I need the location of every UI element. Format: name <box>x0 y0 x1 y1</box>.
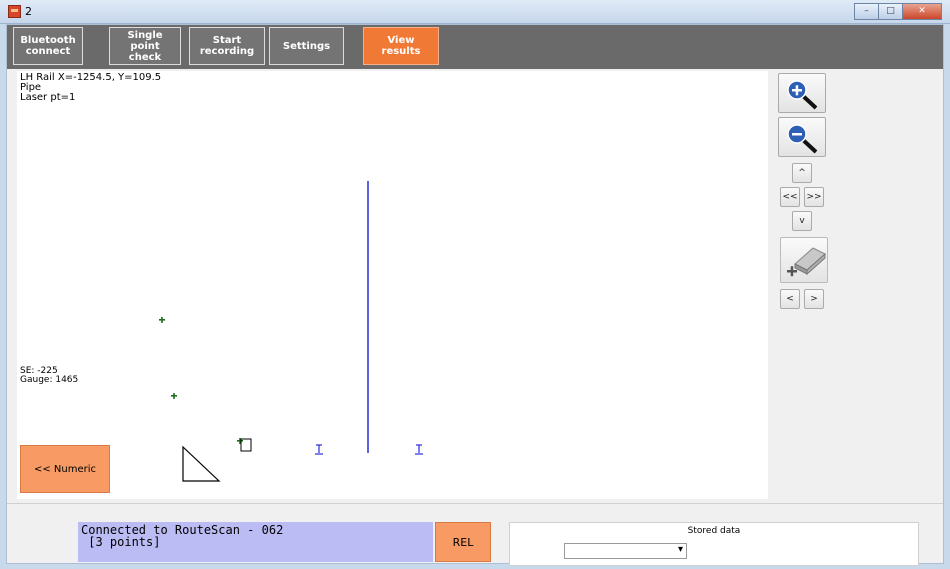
track-metrics: SE: -225 Gauge: 1465 <box>20 367 78 385</box>
eraser-button[interactable] <box>780 237 828 283</box>
points-count: [3 points] <box>81 535 161 549</box>
app-icon <box>8 5 21 18</box>
start-recording-label-2: recording <box>199 46 255 57</box>
rel-button[interactable]: REL <box>435 522 491 562</box>
rail-icon <box>415 444 423 455</box>
minimize-button[interactable]: – <box>854 3 879 20</box>
bluetooth-label-2: connect <box>25 46 71 57</box>
stored-data-label: Stored data <box>687 526 741 536</box>
start-recording-button[interactable]: Start recording <box>189 27 265 65</box>
app-frame: Bluetooth connect Single point check Start… <box>6 24 944 566</box>
pan-up-button[interactable]: ^ <box>792 163 812 183</box>
toolbar: Bluetooth connect Single point check Start… <box>7 25 943 69</box>
window-title: 2 <box>25 5 32 18</box>
bluetooth-label-1: Bluetooth <box>20 35 76 46</box>
profile-canvas[interactable]: LH Rail X=-1254.5, Y=109.5 Pipe Laser pt… <box>17 71 768 499</box>
rail-icon <box>315 444 323 455</box>
settings-button[interactable]: Settings <box>269 27 344 65</box>
connection-status: Connected to RouteScan - 062 [3 points] <box>78 522 433 562</box>
window-controls: – □ ✕ <box>854 3 942 20</box>
previous-button[interactable]: < <box>780 289 800 309</box>
triangle-shape <box>182 445 221 482</box>
zoom-out-icon <box>787 124 818 154</box>
maximize-button[interactable]: □ <box>878 3 903 20</box>
profile-plot <box>159 181 423 482</box>
bluetooth-connect-button[interactable]: Bluetooth connect <box>13 27 83 65</box>
side-controls: ^ << >> v < > <box>770 71 943 499</box>
single-point-label-2: check <box>128 51 162 63</box>
point-marker <box>159 317 165 323</box>
numeric-button[interactable]: << Numeric <box>20 445 110 493</box>
start-recording-label-1: Start <box>212 35 242 46</box>
view-results-button[interactable]: View results <box>363 27 439 65</box>
pan-right-button[interactable]: >> <box>804 187 824 207</box>
zoom-out-button[interactable] <box>778 117 826 157</box>
status-bar: Connected to RouteScan - 062 [3 points] … <box>7 503 943 566</box>
point-marker <box>171 393 177 399</box>
zoom-in-button[interactable] <box>778 73 826 113</box>
zoom-in-icon <box>787 80 818 110</box>
close-button[interactable]: ✕ <box>902 3 942 20</box>
pan-left-button[interactable]: << <box>780 187 800 207</box>
title-bar: 2 – □ ✕ <box>0 0 950 24</box>
single-point-label-1: Single point <box>127 29 163 52</box>
pan-down-button[interactable]: v <box>792 211 812 231</box>
single-point-check-button[interactable]: Single point check <box>109 27 181 65</box>
eraser-icon <box>787 247 826 277</box>
next-button[interactable]: > <box>804 289 824 309</box>
stored-data-select[interactable] <box>564 543 687 559</box>
gauge-value: Gauge: 1465 <box>20 375 79 385</box>
stored-data-panel: Stored data <box>509 522 919 566</box>
